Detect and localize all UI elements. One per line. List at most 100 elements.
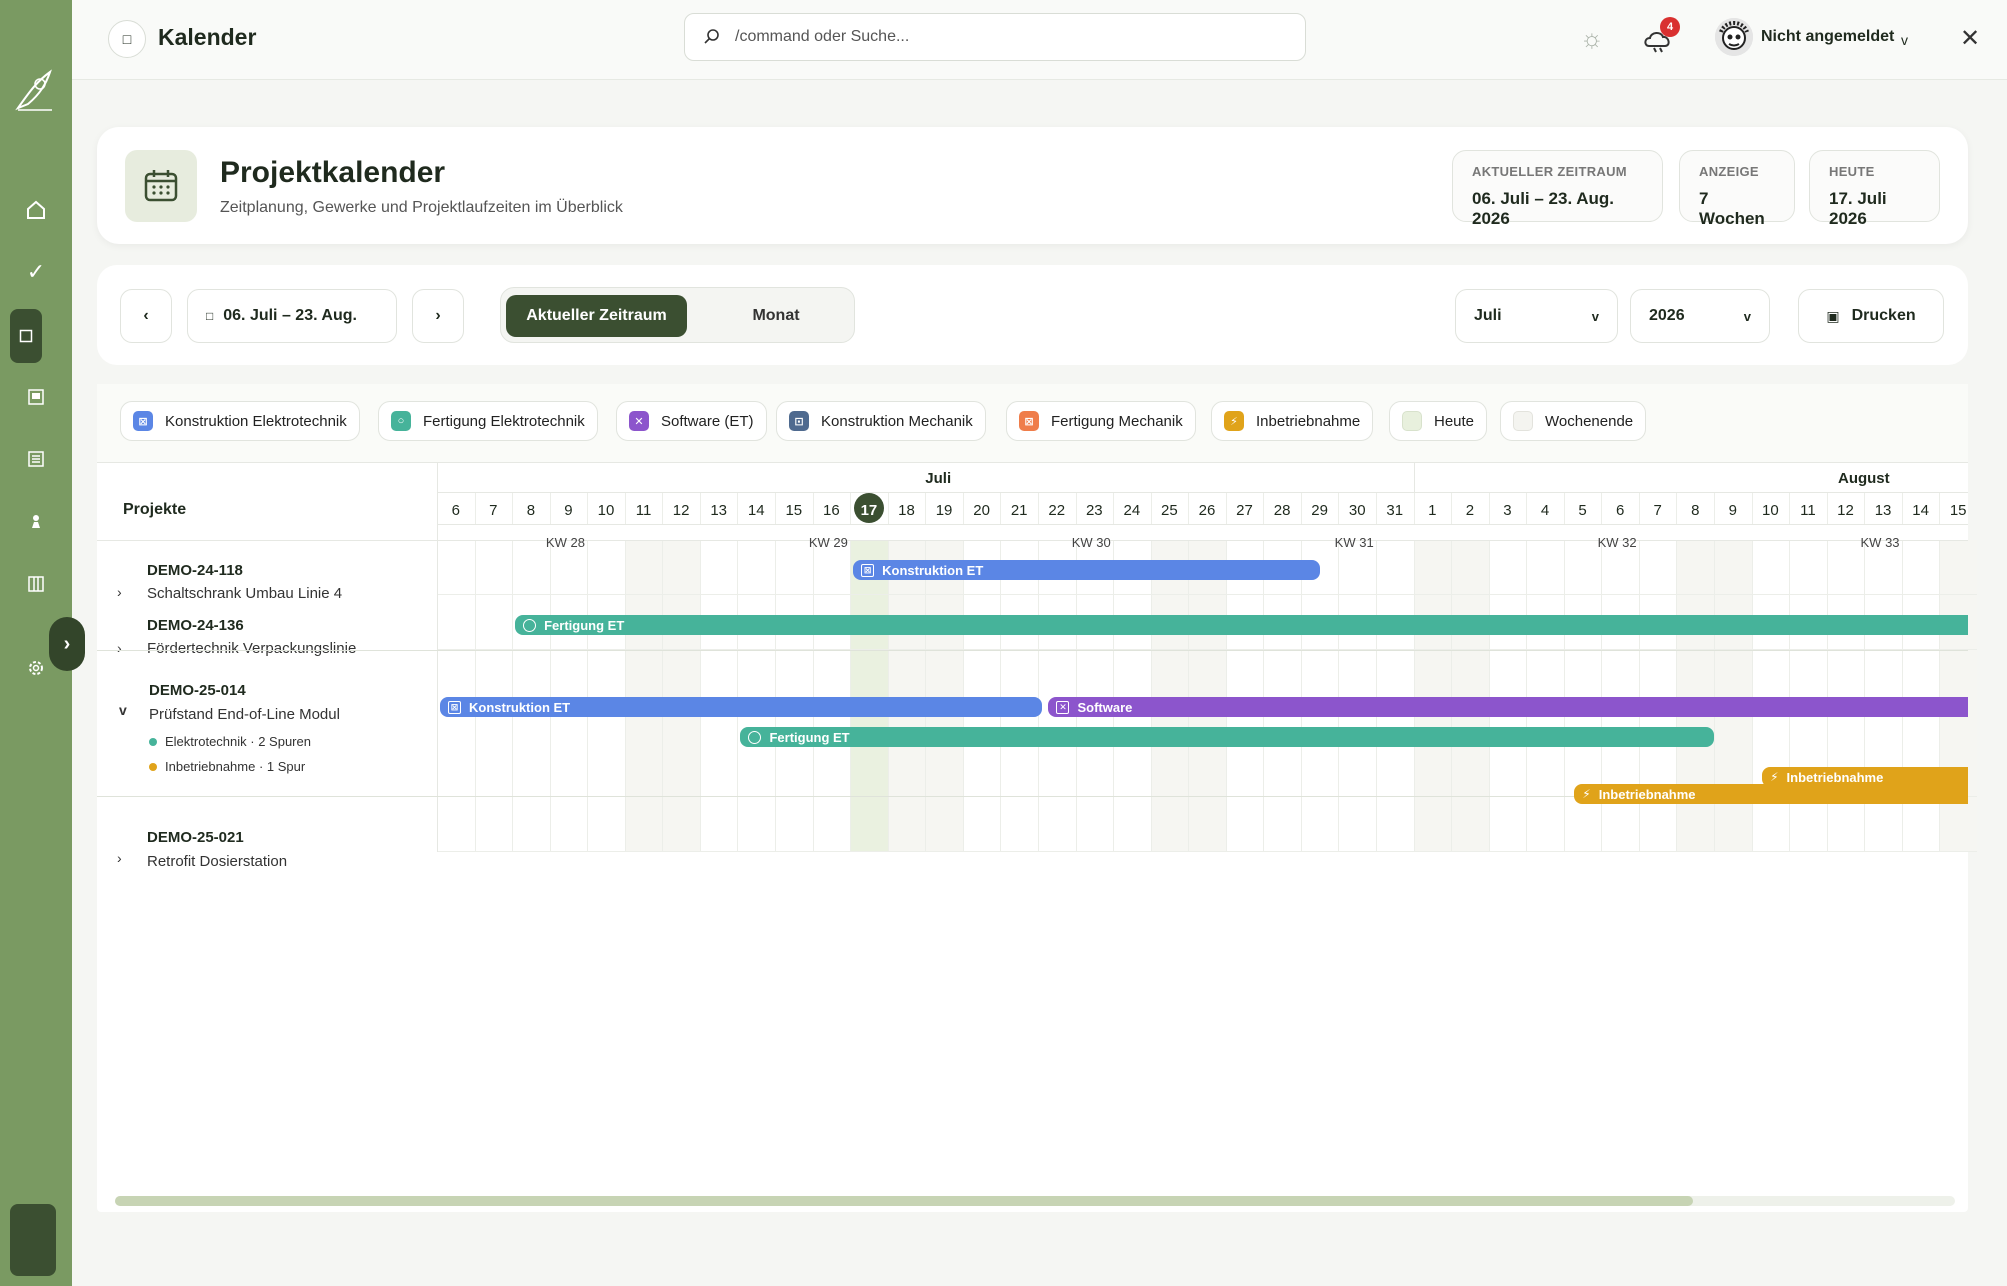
schedule-bar[interactable]: ⊠ Konstruktion ET xyxy=(853,560,1320,580)
day-header-cell xyxy=(1188,492,1226,524)
day-header-cell xyxy=(887,492,926,524)
stat-display: ANZEIGE 7 Wochen xyxy=(1679,150,1795,228)
topbar: □ Kalender ☼ 4 Nicht angemeldet v ✕ xyxy=(72,0,2007,80)
header-title: Projektkalender xyxy=(220,156,446,189)
search-box[interactable] xyxy=(684,13,1306,61)
day-cell xyxy=(1413,540,1452,595)
sidebar-table[interactable] xyxy=(12,560,60,608)
day-cell xyxy=(662,540,700,595)
schedule-bar[interactable]: Fertigung ET xyxy=(515,615,1968,635)
menu-toggle-button[interactable]: □ xyxy=(108,20,146,58)
day-cell xyxy=(775,797,813,852)
legend: ⊠ Konstruktion Elektrotechnik ○ Fertigung … xyxy=(97,384,1968,462)
day-header-cell xyxy=(512,492,550,524)
day-header-cell xyxy=(775,492,813,524)
sidebar-projects[interactable] xyxy=(12,373,60,421)
month-select[interactable]: Juli v xyxy=(1455,289,1618,343)
schedule-bar[interactable]: ⊠ Konstruktion ET xyxy=(440,697,1042,717)
search-input[interactable] xyxy=(735,28,1255,46)
schedule-bar[interactable]: Fertigung ET xyxy=(740,727,1715,747)
avatar[interactable] xyxy=(1715,18,1753,56)
day-cell xyxy=(1864,797,1902,852)
next-button[interactable]: › xyxy=(412,289,464,343)
prev-button[interactable]: ‹ xyxy=(120,289,172,343)
stat-value: 17. Juli 2026 xyxy=(1829,189,1887,228)
sun-icon[interactable]: ☼ xyxy=(1580,24,1608,52)
project-id[interactable]: DEMO-24-136 xyxy=(147,617,244,634)
schedule-bar[interactable]: ⚡ Inbetriebnahme xyxy=(1574,784,1968,804)
legend-label: Konstruktion Mechanik xyxy=(821,412,973,430)
week-label: KW 29 xyxy=(808,535,848,550)
table-icon xyxy=(28,576,44,592)
circle-icon: ○ xyxy=(391,411,411,431)
day-cell xyxy=(474,540,513,595)
day-header-cell xyxy=(1451,492,1489,524)
close-icon[interactable]: ✕ xyxy=(1960,24,1980,53)
project-id[interactable]: DEMO-24-118 xyxy=(147,562,243,579)
week-label: KW 30 xyxy=(1071,535,1111,550)
header-card: Projektkalender Zeitplanung, Gewerke und… xyxy=(97,127,1968,244)
day-header-cell xyxy=(587,492,625,524)
sidebar-tasks[interactable]: ✓ xyxy=(12,248,60,296)
bolt-icon: ⚡ xyxy=(1224,411,1244,431)
calendar-grid: Projekte › DEMO-24-118 Schaltschrank Umb… xyxy=(97,462,1977,880)
legend-item[interactable]: ○ Fertigung Elektrotechnik xyxy=(378,401,598,441)
wrench-icon: ⊠ xyxy=(861,563,875,577)
year-select[interactable]: 2026 v xyxy=(1630,289,1770,343)
day-cell xyxy=(887,797,926,852)
stat-value: 06. Juli – 23. Aug. 2026 xyxy=(1472,189,1615,228)
day-cell xyxy=(737,797,776,852)
sidebar-expand-button[interactable]: › xyxy=(49,617,85,671)
wrench-icon: ⊠ xyxy=(448,700,461,714)
legend-item[interactable]: ⊠ Konstruktion Elektrotechnik xyxy=(120,401,360,441)
print-label: Drucken xyxy=(1851,307,1916,324)
week-label: KW 32 xyxy=(1597,535,1637,550)
sidebar-bottom-panel[interactable] xyxy=(10,1204,56,1276)
day-cell xyxy=(1075,797,1114,852)
day-cell xyxy=(1150,797,1189,852)
week-label: KW 33 xyxy=(1860,535,1900,550)
day-cell xyxy=(850,797,888,852)
segment-month[interactable]: Monat xyxy=(701,295,851,337)
legend-item[interactable]: ✕ Software (ET) xyxy=(616,401,767,441)
expand-chevron[interactable]: › xyxy=(117,584,122,600)
search-icon xyxy=(704,29,719,44)
day-header-cell xyxy=(1563,492,1602,524)
print-button[interactable]: ▣ Drucken xyxy=(1798,289,1944,343)
chevron-down-icon[interactable]: v xyxy=(1901,32,1908,48)
legend-label: Fertigung Elektrotechnik xyxy=(423,412,585,430)
month-select-value: Juli xyxy=(1474,307,1502,324)
day-header-cell xyxy=(1751,492,1790,524)
day-cell xyxy=(1901,797,1940,852)
day-header-cell xyxy=(1075,492,1114,524)
sidebar-list[interactable] xyxy=(12,435,60,483)
sidebar-calendar[interactable] xyxy=(10,309,42,363)
day-header-cell xyxy=(925,492,963,524)
segment-current-range[interactable]: Aktueller Zeitraum xyxy=(506,295,687,337)
day-cell xyxy=(437,540,475,595)
user-name[interactable]: Nicht angemeldet xyxy=(1761,28,1894,46)
day-cell xyxy=(1789,540,1827,595)
stat-value: 7 Wochen xyxy=(1699,189,1765,228)
sidebar-users[interactable] xyxy=(12,497,60,545)
day-header-cell xyxy=(474,492,513,524)
legend-item[interactable]: Heute xyxy=(1389,401,1488,441)
day-header-cell xyxy=(1113,492,1151,524)
expand-chevron[interactable]: › xyxy=(117,850,122,866)
sidebar-home[interactable] xyxy=(12,186,60,234)
legend-item[interactable]: Wochenende xyxy=(1500,401,1647,441)
legend-item[interactable]: ⊠ Fertigung Mechanik xyxy=(1006,401,1196,441)
day-cell xyxy=(1225,797,1264,852)
range-picker-button[interactable]: □ 06. Juli – 23. Aug. xyxy=(187,289,397,343)
page-title: Kalender xyxy=(158,24,257,50)
legend-item[interactable]: ⚡ Inbetriebnahme xyxy=(1211,401,1374,441)
day-cell xyxy=(1451,540,1489,595)
day-cell xyxy=(1376,797,1414,852)
project-id[interactable]: DEMO-25-021 xyxy=(147,829,244,846)
day-header-cell xyxy=(1037,492,1076,524)
day-header-cell xyxy=(624,492,663,524)
horizontal-scrollbar[interactable] xyxy=(115,1196,1693,1206)
schedule-bar[interactable]: ✕ Software xyxy=(1048,697,1968,717)
legend-item[interactable]: ⊡ Konstruktion Mechanik xyxy=(776,401,986,441)
month-label: August xyxy=(1837,470,1890,487)
